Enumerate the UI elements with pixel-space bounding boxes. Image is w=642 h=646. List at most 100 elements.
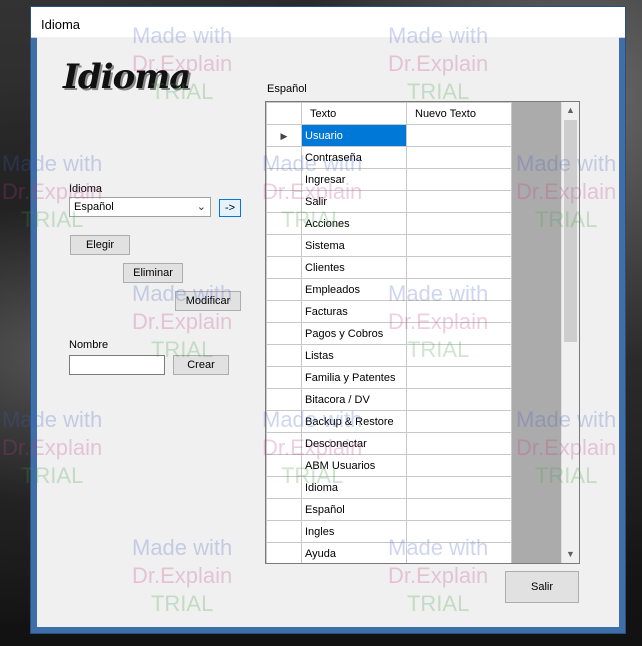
cell-nuevo-texto[interactable]	[406, 212, 512, 235]
cell-texto[interactable]: Listas	[301, 344, 407, 367]
cell-nuevo-texto[interactable]	[406, 146, 512, 169]
row-header[interactable]	[266, 168, 302, 191]
title-bar[interactable]: Idioma	[31, 7, 625, 38]
cell-nuevo-texto[interactable]	[406, 234, 512, 257]
row-header[interactable]	[266, 388, 302, 411]
grid-row[interactable]: Acciones	[266, 212, 512, 235]
chevron-down-icon[interactable]: ⌄	[197, 200, 206, 213]
grid-vertical-scrollbar[interactable]: ▲ ▼	[561, 102, 579, 563]
cell-texto[interactable]: Salir	[301, 190, 407, 213]
scroll-up-icon[interactable]: ▲	[562, 102, 579, 119]
grid-row[interactable]: Ayuda	[266, 542, 512, 563]
cell-nuevo-texto[interactable]	[406, 300, 512, 323]
cell-nuevo-texto[interactable]	[406, 520, 512, 543]
cell-texto[interactable]: Backup & Restore	[301, 410, 407, 433]
cell-texto[interactable]: Acciones	[301, 212, 407, 235]
cell-texto[interactable]: ABM Usuarios	[301, 454, 407, 477]
grid-row[interactable]: Desconectar	[266, 432, 512, 455]
language-combo[interactable]: Español ⌄	[69, 197, 211, 217]
row-header[interactable]	[266, 498, 302, 521]
grid-row[interactable]: Familia y Patentes	[266, 366, 512, 389]
grid-row[interactable]: Español	[266, 498, 512, 521]
grid-row[interactable]: ▶ Usuario	[266, 124, 512, 147]
row-header[interactable]	[266, 542, 302, 563]
row-header[interactable]	[266, 410, 302, 433]
cell-nuevo-texto[interactable]	[406, 278, 512, 301]
cell-texto[interactable]: Usuario	[301, 124, 407, 147]
cell-texto[interactable]: Contraseña	[301, 146, 407, 169]
row-header[interactable]	[266, 366, 302, 389]
cell-texto[interactable]: Familia y Patentes	[301, 366, 407, 389]
cell-nuevo-texto[interactable]	[406, 432, 512, 455]
crear-button[interactable]: Crear	[173, 355, 229, 375]
scroll-thumb[interactable]	[564, 120, 577, 342]
modificar-button[interactable]: Modificar	[175, 291, 241, 311]
grid-row[interactable]: Pagos y Cobros	[266, 322, 512, 345]
cell-texto[interactable]: Facturas	[301, 300, 407, 323]
idioma-window: Idioma Idioma Idioma Español ⌄ -> Elegir…	[30, 6, 626, 634]
cell-texto[interactable]: Español	[301, 498, 407, 521]
column-header-texto[interactable]: Texto	[301, 102, 407, 125]
row-header[interactable]	[266, 520, 302, 543]
grid-row[interactable]: Idioma	[266, 476, 512, 499]
elegir-button[interactable]: Elegir	[70, 235, 130, 255]
grid-row[interactable]: Sistema	[266, 234, 512, 257]
cell-texto[interactable]: Pagos y Cobros	[301, 322, 407, 345]
nombre-input[interactable]	[69, 355, 165, 375]
eliminar-button[interactable]: Eliminar	[123, 263, 183, 283]
row-header[interactable]: ▶	[266, 124, 302, 147]
cell-nuevo-texto[interactable]	[406, 322, 512, 345]
row-header[interactable]	[266, 432, 302, 455]
cell-texto[interactable]: Ayuda	[301, 542, 407, 563]
salir-button[interactable]: Salir	[505, 571, 579, 603]
cell-nuevo-texto[interactable]	[406, 344, 512, 367]
cell-nuevo-texto[interactable]	[406, 410, 512, 433]
grid-row[interactable]: Ingresar	[266, 168, 512, 191]
grid-row[interactable]: ABM Usuarios	[266, 454, 512, 477]
cell-nuevo-texto[interactable]	[406, 388, 512, 411]
idioma-label: Idioma	[69, 183, 103, 195]
row-header[interactable]	[266, 454, 302, 477]
cell-nuevo-texto[interactable]	[406, 168, 512, 191]
row-header[interactable]	[266, 146, 302, 169]
row-header[interactable]	[266, 212, 302, 235]
cell-nuevo-texto[interactable]	[406, 124, 512, 147]
cell-texto[interactable]: Empleados	[301, 278, 407, 301]
column-header-nuevo-texto[interactable]: Nuevo Texto	[406, 102, 512, 125]
grid-row[interactable]: Bitacora / DV	[266, 388, 512, 411]
grid-row[interactable]: Empleados	[266, 278, 512, 301]
cell-nuevo-texto[interactable]	[406, 542, 512, 563]
row-header[interactable]	[266, 190, 302, 213]
row-header[interactable]	[266, 300, 302, 323]
cell-texto[interactable]: Idioma	[301, 476, 407, 499]
grid-row[interactable]: Facturas	[266, 300, 512, 323]
grid-row[interactable]: Backup & Restore	[266, 410, 512, 433]
cell-nuevo-texto[interactable]	[406, 190, 512, 213]
grid-row[interactable]: Ingles	[266, 520, 512, 543]
translation-grid[interactable]: Texto Nuevo Texto ▶ Usuario Contraseña Ingr…	[265, 101, 580, 564]
row-header[interactable]	[266, 256, 302, 279]
row-header[interactable]	[266, 344, 302, 367]
cell-texto[interactable]: Clientes	[301, 256, 407, 279]
cell-texto[interactable]: Ingresar	[301, 168, 407, 191]
grid-row[interactable]: Contraseña	[266, 146, 512, 169]
cell-nuevo-texto[interactable]	[406, 454, 512, 477]
row-header[interactable]	[266, 476, 302, 499]
cell-nuevo-texto[interactable]	[406, 498, 512, 521]
row-header[interactable]	[266, 234, 302, 257]
nombre-label: Nombre	[69, 339, 109, 351]
cell-nuevo-texto[interactable]	[406, 366, 512, 389]
row-header[interactable]	[266, 278, 302, 301]
go-button[interactable]: ->	[219, 199, 241, 217]
grid-row[interactable]: Clientes	[266, 256, 512, 279]
scroll-down-icon[interactable]: ▼	[562, 546, 579, 563]
grid-row[interactable]: Listas	[266, 344, 512, 367]
cell-texto[interactable]: Ingles	[301, 520, 407, 543]
cell-texto[interactable]: Desconectar	[301, 432, 407, 455]
row-header[interactable]	[266, 322, 302, 345]
cell-nuevo-texto[interactable]	[406, 256, 512, 279]
cell-texto[interactable]: Bitacora / DV	[301, 388, 407, 411]
cell-nuevo-texto[interactable]	[406, 476, 512, 499]
grid-row[interactable]: Salir	[266, 190, 512, 213]
cell-texto[interactable]: Sistema	[301, 234, 407, 257]
